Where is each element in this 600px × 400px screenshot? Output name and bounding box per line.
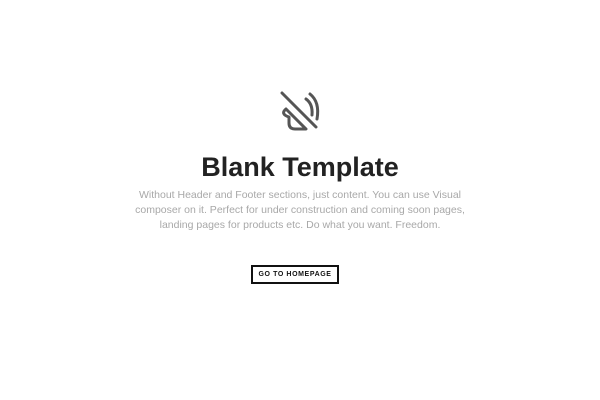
go-to-homepage-button[interactable]: GO TO HOMEPAGE [251,265,339,284]
mute-speaker-icon [280,91,320,131]
page-title: Blank Template [201,152,399,182]
description-line: landing pages for products etc. Do what … [159,219,441,231]
description-line: Without Header and Footer sections, just… [138,189,461,201]
page-description: Without Header and Footer sections, just… [125,188,475,233]
description-line: composer on it. Perfect for under constr… [135,204,465,216]
blank-template-page: Blank Template Without Header and Footer… [0,0,600,400]
